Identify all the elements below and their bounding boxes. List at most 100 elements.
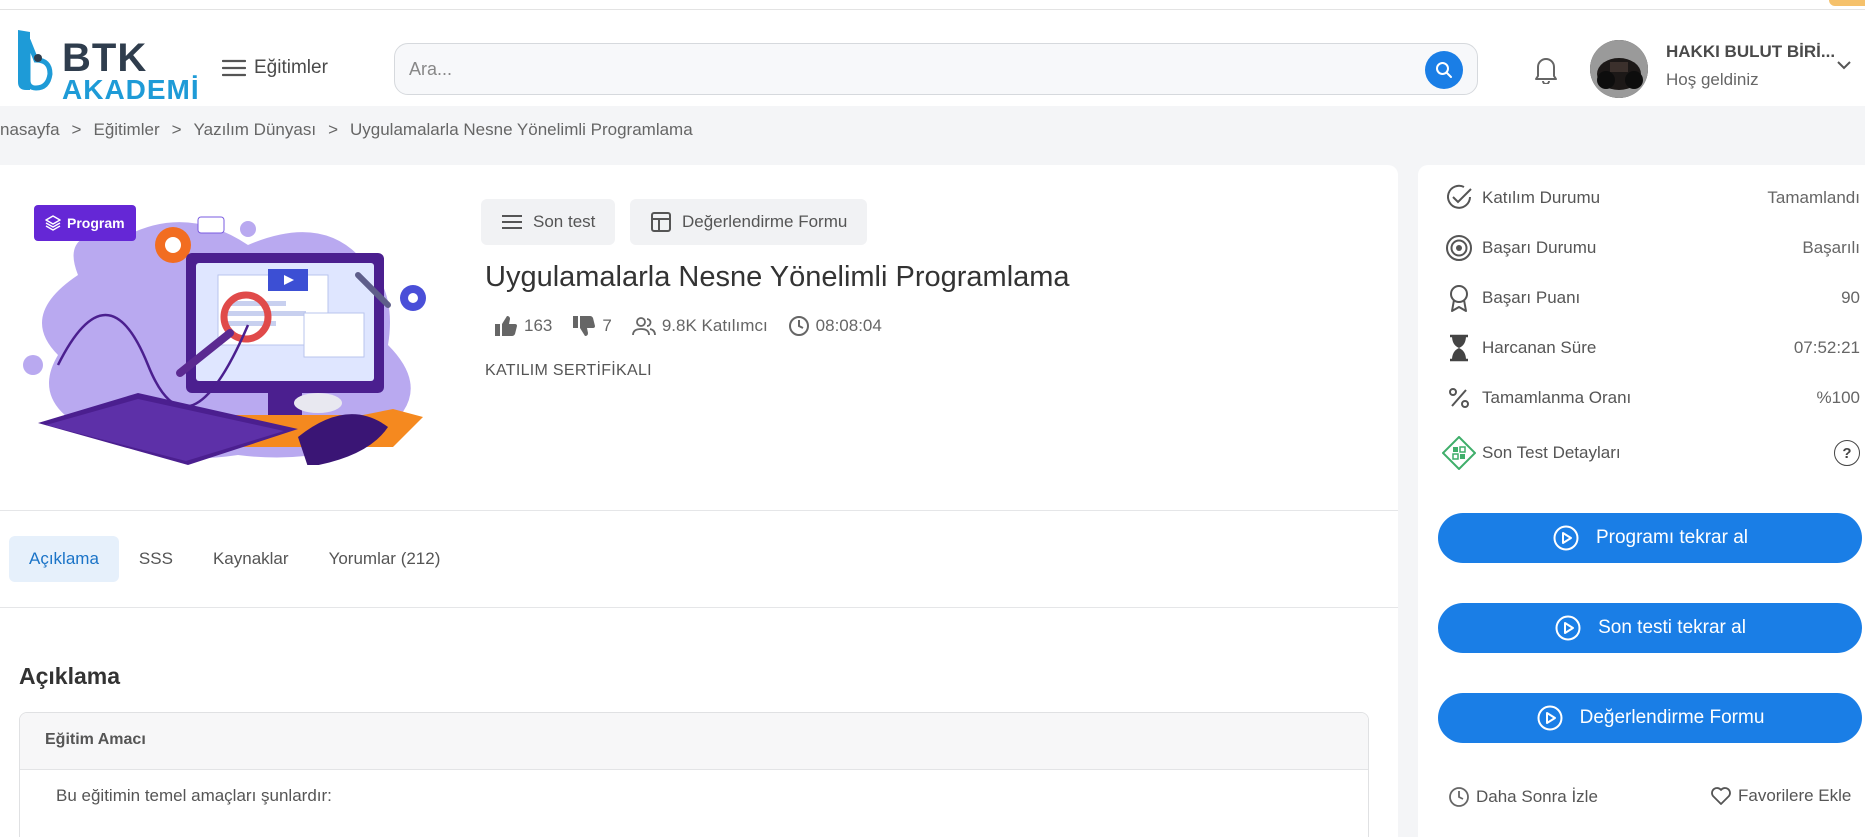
dislike-stat[interactable]: 7	[572, 315, 612, 337]
status-row-completion: Tamamlanma Oranı %100	[1442, 380, 1860, 416]
course-illustration	[23, 216, 426, 465]
user-greeting: Hoş geldiniz	[1666, 70, 1759, 89]
top-notch	[1829, 0, 1865, 6]
percent-icon	[1449, 388, 1469, 408]
table-icon	[651, 212, 671, 232]
check-circle-icon	[1447, 184, 1472, 209]
heart-icon	[1711, 787, 1731, 805]
status-row-success: Başarı Durumu Başarılı	[1442, 230, 1860, 266]
completion-value: %100	[1816, 388, 1860, 407]
user-avatar[interactable]	[1590, 40, 1648, 98]
tab-faq[interactable]: SSS	[119, 536, 193, 582]
award-icon	[1450, 285, 1468, 312]
help-icon[interactable]: ?	[1834, 440, 1860, 466]
like-stat[interactable]: 163	[494, 315, 552, 337]
breadcrumb-software-world[interactable]: Yazılım Dünyası	[194, 120, 317, 139]
final-test-button[interactable]: Son test	[481, 199, 616, 245]
success-value: Başarılı	[1802, 238, 1860, 257]
course-tabs: Açıklama SSS Kaynaklar Yorumlar (212)	[9, 536, 460, 582]
breadcrumb-home[interactable]: nasayfa	[0, 120, 60, 139]
retake-final-test-button[interactable]: Son testi tekrar al	[1438, 603, 1862, 653]
notification-bell-icon[interactable]	[1532, 54, 1560, 84]
breadcrumb: nasayfa > Eğitimler > Yazılım Dünyası > Uygula…	[0, 120, 693, 140]
top-strip	[0, 0, 1865, 10]
final-test-label: Son test	[533, 212, 596, 231]
user-info[interactable]: HAKKI BULUT BİRİ... Hoş geldiniz	[1666, 42, 1835, 90]
course-title: Uygulamalarla Nesne Yönelimli Programlam…	[485, 261, 1070, 293]
hourglass-icon	[1450, 334, 1468, 362]
retake-final-test-label: Son testi tekrar al	[1598, 617, 1746, 638]
watch-later-label: Daha Sonra İzle	[1476, 787, 1598, 806]
certificate-label: KATILIM SERTİFİKALI	[485, 362, 652, 379]
program-badge: Program	[34, 205, 136, 241]
duration-value: 08:08:04	[815, 316, 882, 335]
add-to-favorites-label: Favorilere Ekle	[1738, 786, 1852, 805]
hamburger-icon	[222, 59, 246, 77]
thumbs-down-icon	[573, 316, 596, 336]
course-status-sidebar: Katılım Durumu Tamamlandı Başarı Durumu …	[1418, 165, 1865, 837]
duration-stat: 08:08:04	[788, 315, 882, 337]
breadcrumb-separator: >	[328, 120, 338, 139]
hero-divider	[0, 510, 1398, 511]
breadcrumb-trainings[interactable]: Eğitimler	[93, 120, 159, 139]
search-icon	[1436, 62, 1452, 78]
sidebar-evaluation-form-button[interactable]: Değerlendirme Formu	[1438, 693, 1862, 743]
evaluation-form-label: Değerlendirme Formu	[682, 212, 848, 231]
search-bar	[394, 43, 1478, 95]
search-button[interactable]	[1425, 51, 1463, 89]
dislike-count: 7	[602, 316, 612, 335]
target-icon	[1446, 235, 1472, 261]
evaluation-form-button[interactable]: Değerlendirme Formu	[630, 199, 868, 245]
status-row-test-details[interactable]: Son Test Detayları ?	[1442, 435, 1860, 471]
test-details-label: Son Test Detayları	[1482, 443, 1621, 462]
completion-label: Tamamlanma Oranı	[1482, 388, 1632, 407]
score-label: Başarı Puanı	[1482, 288, 1581, 307]
score-value: 90	[1841, 288, 1860, 307]
retake-program-button[interactable]: Programı tekrar al	[1438, 513, 1862, 563]
users-icon	[631, 317, 656, 336]
tabs-divider	[0, 607, 1398, 608]
like-count: 163	[524, 316, 553, 335]
site-header: BTK AKADEMİ Eğitimler HAKKI BULUT BİRİ..…	[0, 10, 1865, 106]
add-to-favorites-link[interactable]: Favorilere Ekle	[1710, 786, 1851, 806]
play-circle-icon	[1537, 705, 1563, 731]
user-name: HAKKI BULUT BİRİ...	[1666, 42, 1836, 61]
course-main-card: Program Son test Değerlendirme Formu Uyg…	[0, 165, 1398, 837]
qr-icon	[1442, 436, 1476, 470]
play-circle-icon	[1555, 615, 1581, 641]
participants-count: 9.8K Katılımcı	[661, 316, 768, 335]
sidebar-evaluation-form-label: Değerlendirme Formu	[1579, 707, 1765, 728]
education-menu-label: Eğitimler	[254, 57, 328, 78]
participation-label: Katılım Durumu	[1482, 188, 1601, 207]
education-menu-button[interactable]: Eğitimler	[222, 48, 328, 88]
thumbs-up-icon	[495, 316, 517, 336]
education-goal-box: Eğitim Amacı Bu eğitimin temel amaçları …	[19, 712, 1369, 837]
list-icon	[502, 215, 522, 229]
clock-icon	[788, 316, 809, 336]
tab-comments[interactable]: Yorumlar (212)	[309, 536, 461, 582]
course-stats: 163 7 9.8K Katılımcı 08:08:04	[494, 315, 902, 337]
section-title: Açıklama	[19, 663, 121, 689]
status-row-participation: Katılım Durumu Tamamlandı	[1442, 180, 1860, 216]
search-input[interactable]	[409, 44, 1389, 94]
breadcrumb-separator: >	[171, 120, 182, 139]
time-spent-label: Harcanan Süre	[1482, 338, 1597, 357]
time-spent-value: 07:52:21	[1793, 338, 1860, 357]
goal-box-title: Eğitim Amacı	[20, 713, 1368, 770]
logo-text-akademi: AKADEMİ	[62, 74, 200, 105]
logo-mark-icon	[18, 30, 53, 91]
avatar-photo	[1590, 40, 1648, 98]
tab-description[interactable]: Açıklama	[9, 536, 119, 582]
status-row-score: Başarı Puanı 90	[1442, 280, 1860, 316]
status-row-time-spent: Harcanan Süre 07:52:21	[1442, 330, 1860, 366]
watch-later-link[interactable]: Daha Sonra İzle	[1448, 786, 1598, 808]
breadcrumb-current[interactable]: Uygulamalarla Nesne Yönelimli Programlam…	[350, 120, 693, 139]
success-label: Başarı Durumu	[1482, 238, 1597, 257]
participants-stat: 9.8K Katılımcı	[631, 316, 768, 336]
clock-icon	[1449, 787, 1469, 807]
chevron-down-icon[interactable]	[1836, 60, 1852, 70]
breadcrumb-separator: >	[71, 120, 82, 139]
btk-logo[interactable]: BTK AKADEMİ	[14, 22, 199, 105]
tab-resources[interactable]: Kaynaklar	[193, 536, 309, 582]
participation-value: Tamamlandı	[1767, 188, 1860, 207]
